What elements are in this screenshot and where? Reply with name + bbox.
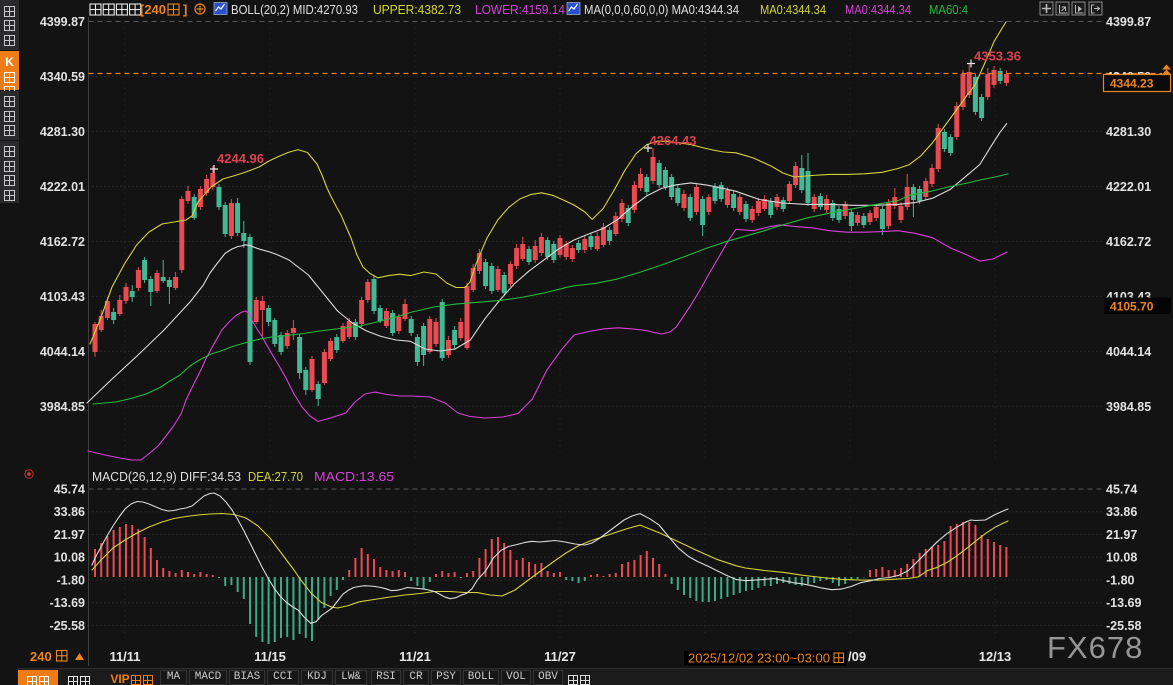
svg-text:4344.23: 4344.23 xyxy=(1110,77,1154,91)
svg-text:33.86: 33.86 xyxy=(1106,505,1137,519)
svg-text:[240: [240 xyxy=(140,2,166,17)
svg-text:4399.87: 4399.87 xyxy=(1106,15,1151,29)
svg-text:/09: /09 xyxy=(848,649,866,664)
svg-text:MACD(26,12,9) DIFF:34.53: MACD(26,12,9) DIFF:34.53 xyxy=(92,470,241,484)
svg-text:10.08: 10.08 xyxy=(54,551,85,565)
svg-text:-1.80: -1.80 xyxy=(1106,574,1135,588)
svg-text:4044.14: 4044.14 xyxy=(40,345,85,359)
svg-text:BOLL(20,2) MID:4270.93: BOLL(20,2) MID:4270.93 xyxy=(231,3,358,17)
svg-text:4222.01: 4222.01 xyxy=(40,180,85,194)
svg-text:-13.69: -13.69 xyxy=(1106,596,1141,610)
svg-text:4105.70: 4105.70 xyxy=(1110,300,1154,314)
svg-text:4044.14: 4044.14 xyxy=(1106,345,1151,359)
svg-text:12/13: 12/13 xyxy=(979,649,1012,664)
svg-text:21.97: 21.97 xyxy=(54,528,85,542)
svg-text:FX678: FX678 xyxy=(1047,630,1143,665)
svg-text:10.08: 10.08 xyxy=(1106,551,1137,565)
svg-text:3984.85: 3984.85 xyxy=(1106,400,1151,414)
svg-text:LOWER:4159.14: LOWER:4159.14 xyxy=(475,3,565,17)
svg-text:MACD:13.65: MACD:13.65 xyxy=(314,470,394,484)
svg-text:3984.85: 3984.85 xyxy=(40,400,85,414)
svg-text:-1.80: -1.80 xyxy=(57,574,86,588)
svg-text:DEA:27.70: DEA:27.70 xyxy=(248,470,303,484)
svg-text:]: ] xyxy=(183,2,187,17)
svg-text:MA(0,0,0,60,0,0) MA0:4344.34: MA(0,0,0,60,0,0) MA0:4344.34 xyxy=(584,3,739,17)
svg-text:4399.87: 4399.87 xyxy=(40,15,85,29)
svg-text:45.74: 45.74 xyxy=(54,483,85,497)
svg-text:-13.69: -13.69 xyxy=(50,596,85,610)
svg-text:4340.59: 4340.59 xyxy=(40,70,85,84)
svg-text:33.86: 33.86 xyxy=(54,505,85,519)
svg-text:11/27: 11/27 xyxy=(544,649,576,664)
svg-text:11/15: 11/15 xyxy=(254,649,286,664)
svg-text:4264.43: 4264.43 xyxy=(650,133,697,148)
svg-text:45.74: 45.74 xyxy=(1106,483,1137,497)
svg-text:4244.96: 4244.96 xyxy=(217,151,264,166)
svg-text:4353.36: 4353.36 xyxy=(974,49,1021,64)
svg-text:MA0:4344.34: MA0:4344.34 xyxy=(845,3,911,17)
svg-text:MA60:4: MA60:4 xyxy=(929,3,968,17)
svg-text:2025/12/02 23:00~03:00: 2025/12/02 23:00~03:00 xyxy=(688,652,830,666)
svg-text:-25.58: -25.58 xyxy=(50,619,85,633)
svg-text:4162.72: 4162.72 xyxy=(40,235,85,249)
svg-text:4281.30: 4281.30 xyxy=(1106,125,1151,139)
svg-text:21.97: 21.97 xyxy=(1106,528,1137,542)
svg-text:4222.01: 4222.01 xyxy=(1106,180,1151,194)
svg-text:11/11: 11/11 xyxy=(109,649,140,664)
svg-text:4281.30: 4281.30 xyxy=(40,125,85,139)
svg-text:11/21: 11/21 xyxy=(399,649,431,664)
svg-text:4162.72: 4162.72 xyxy=(1106,235,1151,249)
svg-text:MA0:4344.34: MA0:4344.34 xyxy=(760,3,826,17)
svg-text:UPPER:4382.73: UPPER:4382.73 xyxy=(373,3,461,17)
svg-text:240: 240 xyxy=(30,649,52,664)
svg-text:4103.43: 4103.43 xyxy=(40,290,85,304)
